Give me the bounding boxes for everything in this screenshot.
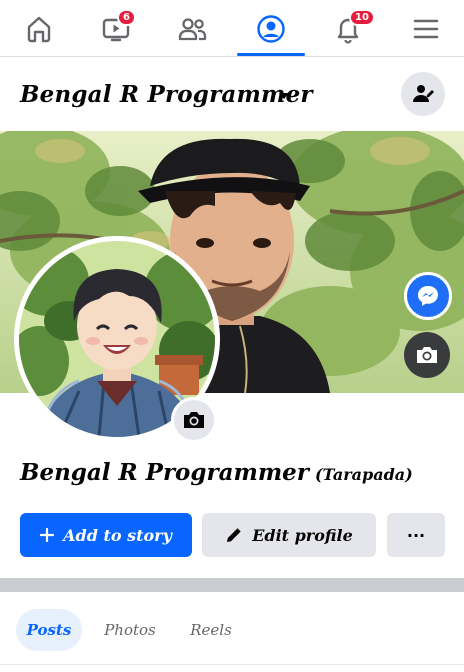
messenger-button[interactable] — [404, 272, 452, 320]
active-tab-indicator — [237, 53, 305, 56]
video-tab[interactable]: 6 — [87, 0, 145, 57]
home-tab[interactable] — [10, 0, 68, 57]
profile-tab[interactable] — [242, 0, 300, 57]
messenger-icon — [418, 286, 438, 306]
profile-name: Bengal R Programmer (Tarapada) — [20, 459, 413, 486]
edit-profile-label: Edit profile — [252, 525, 353, 545]
video-badge: 6 — [117, 9, 136, 26]
tab-photos[interactable]: Photos — [94, 609, 166, 651]
friends-tab[interactable] — [164, 0, 222, 57]
edit-profile-button[interactable]: Edit profile — [202, 513, 376, 557]
add-to-story-label: Add to story — [63, 525, 172, 545]
profile-icon — [257, 14, 285, 43]
chevron-down-icon[interactable] — [279, 93, 289, 99]
switch-profile-icon — [413, 85, 434, 102]
home-icon — [27, 16, 51, 42]
profile-display-name: Bengal R Programmer — [20, 459, 309, 486]
camera-icon — [417, 347, 437, 363]
pencil-icon — [225, 526, 243, 544]
menu-icon — [413, 19, 439, 38]
top-navigation-bar: 6 10 — [0, 0, 464, 57]
tab-posts[interactable]: Posts — [16, 609, 82, 651]
profile-nickname: (Tarapada) — [314, 465, 413, 484]
add-to-story-button[interactable]: Add to story — [20, 513, 192, 557]
plus-icon — [40, 528, 55, 542]
notifications-tab[interactable]: 10 — [319, 0, 377, 57]
tabs-bottom-divider — [0, 664, 464, 665]
more-options-label: ··· — [406, 525, 426, 545]
friends-icon — [178, 17, 207, 40]
avatar-camera-button[interactable] — [171, 397, 217, 443]
tab-photos-label: Photos — [104, 621, 156, 639]
tab-posts-label: Posts — [26, 621, 72, 639]
tab-reels[interactable]: Reels — [178, 609, 244, 651]
section-divider — [0, 578, 464, 592]
profile-header-row: Bengal R Programmer — [0, 57, 464, 131]
notifications-badge: 10 — [349, 9, 375, 26]
menu-tab[interactable] — [397, 0, 455, 57]
camera-icon — [184, 412, 204, 428]
cover-camera-button[interactable] — [404, 332, 450, 378]
switch-profile-button[interactable] — [401, 72, 445, 116]
tab-reels-label: Reels — [190, 621, 232, 639]
more-options-button[interactable]: ··· — [387, 513, 445, 557]
page-name-title[interactable]: Bengal R Programmer — [20, 81, 313, 108]
